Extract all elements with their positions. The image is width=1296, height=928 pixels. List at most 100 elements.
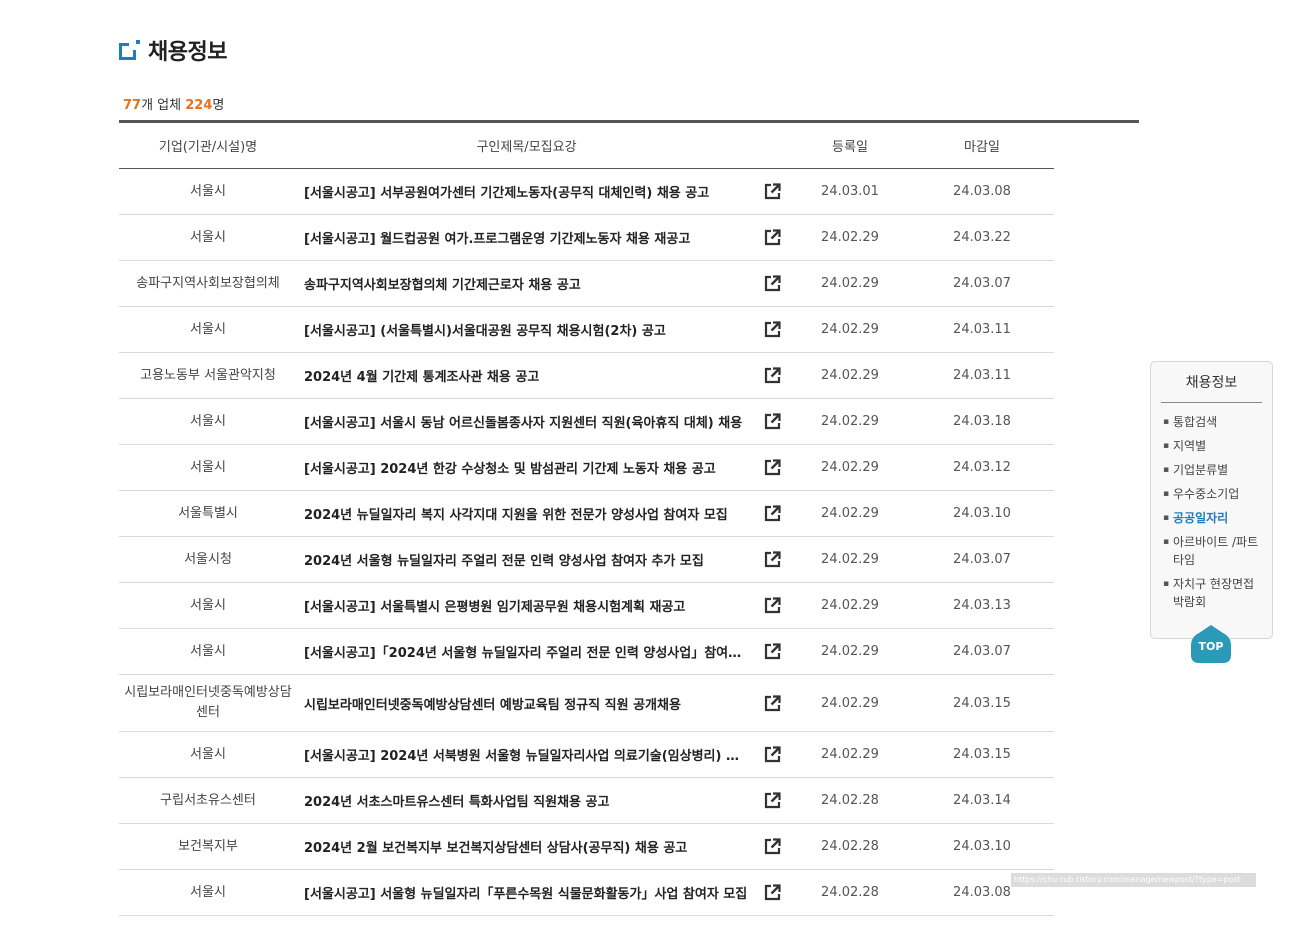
row-reg-date: 24.02.29 [821,644,879,659]
row-open-button[interactable] [756,229,790,246]
table-row[interactable]: 시립보라매인터넷중독예방상담센터 시립보라매인터넷중독예방상담센터 예방교육팀 정… [119,675,1054,732]
row-title-link[interactable]: [서울시공고] 서울특별시 은평병원 임기제공무원 채용시험계획 재공고 [297,596,756,615]
row-title-link[interactable]: 2024년 뉴딜일자리 복지 사각지대 지원을 위한 전문가 양성사업 참여자 … [297,504,756,523]
row-title-link[interactable]: [서울시공고] 2024년 서북병원 서울형 뉴딜일자리사업 의료기술(임상병리… [297,745,756,764]
quick-menu-item[interactable]: ▪ 아르바이트 /파트타임 [1163,533,1272,569]
row-open-button[interactable] [756,413,790,430]
quick-menu-item-label[interactable]: 통합검색 [1173,413,1263,431]
external-link-icon[interactable] [764,505,781,522]
row-title-link[interactable]: 송파구지역사회보장협의체 기간제근로자 채용 공고 [297,274,756,293]
quick-menu-item-label[interactable]: 기업분류별 [1173,461,1263,479]
quick-menu-item[interactable]: ▪ 지역별 [1163,437,1272,455]
row-company: 구립서초유스센터 [160,792,256,808]
external-link-icon[interactable] [764,884,781,901]
external-link-icon[interactable] [764,321,781,338]
row-title-link[interactable]: 2024년 4월 기간제 통계조사관 채용 공고 [297,366,756,385]
row-open-button[interactable] [756,838,790,855]
row-title-link[interactable]: [서울시공고] 서부공원여가센터 기간제노동자(공무직 대체인력) 채용 공고 [297,182,756,201]
row-title-link[interactable]: 시립보라매인터넷중독예방상담센터 예방교육팀 정규직 직원 공개채용 [297,694,756,713]
row-title-link[interactable]: [서울시공고]「2024년 서울형 뉴딜일자리 주얼리 전문 인력 양성사업」참… [297,642,756,661]
table-row[interactable]: 서울시 [서울시공고] 월드컵공원 여가.프로그램운영 기간제노동자 채용 재공고… [119,215,1054,261]
table-row[interactable]: 서울특별시 2024년 뉴딜일자리 복지 사각지대 지원을 위한 전문가 양성사업… [119,491,1054,537]
row-due-date: 24.03.10 [953,839,1011,854]
row-open-button[interactable] [756,694,790,712]
table-row[interactable]: 서울시 [서울시공고] 2024년 한강 수상청소 및 밤섬관리 기간제 노동자 … [119,445,1054,491]
quick-menu-item[interactable]: ▪ 우수중소기업 [1163,485,1272,503]
row-open-button[interactable] [756,884,790,901]
row-company: 서울시 [190,643,226,659]
quick-menu-item-label[interactable]: 우수중소기업 [1173,485,1263,503]
table-row[interactable]: 서울시 [서울시공고]「2024년 서울형 뉴딜일자리 주얼리 전문 인력 양성사… [119,629,1054,675]
page-title: 채용정보 [119,34,227,66]
quick-menu-item[interactable]: ▪ 자치구 현장면접 박람회 [1163,575,1272,611]
row-title-link[interactable]: [서울시공고] 서울형 뉴딜일자리「푸른수목원 식물문화활동가」사업 참여자 모… [297,883,756,902]
quick-menu-item[interactable]: ▪ 기업분류별 [1163,461,1272,479]
row-open-button[interactable] [756,746,790,763]
row-title-link[interactable]: 2024년 서울형 뉴딜일자리 주얼리 전문 인력 양성사업 참여자 추가 모집 [297,550,756,569]
external-link-icon[interactable] [764,838,781,855]
external-link-icon[interactable] [764,597,781,614]
quick-menu-item-label[interactable]: 아르바이트 /파트타임 [1173,533,1263,569]
row-due-date: 24.03.08 [953,184,1011,199]
table-body: 서울시 [서울시공고] 서부공원여가센터 기간제노동자(공무직 대체인력) 채용 … [119,169,1054,916]
table-row[interactable]: 송파구지역사회보장협의체 송파구지역사회보장협의체 기간제근로자 채용 공고 24.… [119,261,1054,307]
row-title-link[interactable]: 2024년 2월 보건복지부 보건복지상담센터 상담사(공무직) 채용 공고 [297,837,756,856]
header-title: 구인제목/모집요강 [476,140,577,155]
table-row[interactable]: 서울시 [서울시공고] 2024년 서북병원 서울형 뉴딜일자리사업 의료기술(임… [119,732,1054,778]
external-link-icon[interactable] [764,551,781,568]
row-reg-date: 24.02.28 [821,885,879,900]
row-title-link[interactable]: [서울시공고] 서울시 동남 어르신돌봄종사자 지원센터 직원(육아휴직 대체)… [297,412,756,431]
top-button[interactable]: TOP [1191,640,1231,653]
row-reg-date: 24.02.29 [821,230,879,245]
external-link-icon[interactable] [764,367,781,384]
quick-menu-item-label[interactable]: 자치구 현장면접 박람회 [1173,575,1263,611]
row-title-link[interactable]: [서울시공고] (서울특별시)서울대공원 공무직 채용시험(2차) 공고 [297,320,756,339]
row-due-date: 24.03.15 [953,747,1011,762]
external-link-icon[interactable] [764,746,781,763]
row-due-date: 24.03.11 [953,368,1011,383]
table-row[interactable]: 서울시 [서울시공고] 서울시 동남 어르신돌봄종사자 지원센터 직원(육아휴직 … [119,399,1054,445]
bullet-icon: ▪ [1163,513,1170,523]
page-title-text: 채용정보 [148,40,227,65]
row-company: 서울시 [190,597,226,613]
row-reg-date: 24.03.01 [821,184,879,199]
row-open-button[interactable] [756,643,790,660]
quick-menu-item-label[interactable]: 공공일자리 [1173,509,1263,527]
row-title-link[interactable]: [서울시공고] 월드컵공원 여가.프로그램운영 기간제노동자 채용 재공고 [297,228,756,247]
external-link-icon[interactable] [764,694,781,712]
row-open-button[interactable] [756,321,790,338]
row-open-button[interactable] [756,551,790,568]
row-reg-date: 24.02.28 [821,839,879,854]
external-link-icon[interactable] [764,643,781,660]
table-row[interactable]: 보건복지부 2024년 2월 보건복지부 보건복지상담센터 상담사(공무직) 채용… [119,824,1054,870]
quick-menu-item[interactable]: ▪ 공공일자리 [1163,509,1272,527]
row-title-link[interactable]: 2024년 서초스마트유스센터 특화사업팀 직원채용 공고 [297,791,756,810]
external-link-icon[interactable] [764,792,781,809]
table-row[interactable]: 서울시 [서울시공고] 서울특별시 은평병원 임기제공무원 채용시험계획 재공고 2… [119,583,1054,629]
quick-menu-item[interactable]: ▪ 통합검색 [1163,413,1272,431]
table-row[interactable]: 구립서초유스센터 2024년 서초스마트유스센터 특화사업팀 직원채용 공고 24.… [119,778,1054,824]
external-link-icon[interactable] [764,183,781,200]
row-reg-date: 24.02.29 [821,506,879,521]
row-title-link[interactable]: [서울시공고] 2024년 한강 수상청소 및 밤섬관리 기간제 노동자 채용 … [297,458,756,477]
row-open-button[interactable] [756,275,790,292]
row-open-button[interactable] [756,459,790,476]
external-link-icon[interactable] [764,459,781,476]
bullet-icon: ▪ [1163,537,1170,547]
external-link-icon[interactable] [764,229,781,246]
row-open-button[interactable] [756,597,790,614]
table-row[interactable]: 고용노동부 서울관악지청 2024년 4월 기간제 통계조사관 채용 공고 24.0… [119,353,1054,399]
external-link-icon[interactable] [764,413,781,430]
table-row[interactable]: 서울시 [서울시공고] 서부공원여가센터 기간제노동자(공무직 대체인력) 채용 … [119,169,1054,215]
external-link-icon[interactable] [764,275,781,292]
row-open-button[interactable] [756,183,790,200]
quick-menu-item-label[interactable]: 지역별 [1173,437,1263,455]
row-open-button[interactable] [756,505,790,522]
row-due-date: 24.03.07 [953,644,1011,659]
table-row[interactable]: 서울시 [서울시공고] (서울특별시)서울대공원 공무직 채용시험(2차) 공고 2… [119,307,1054,353]
row-open-button[interactable] [756,367,790,384]
row-open-button[interactable] [756,792,790,809]
table-row[interactable]: 서울시 [서울시공고] 서울형 뉴딜일자리「푸른수목원 식물문화활동가」사업 참여… [119,870,1054,916]
table-row[interactable]: 서울시청 2024년 서울형 뉴딜일자리 주얼리 전문 인력 양성사업 참여자 추… [119,537,1054,583]
row-reg-date: 24.02.29 [821,747,879,762]
